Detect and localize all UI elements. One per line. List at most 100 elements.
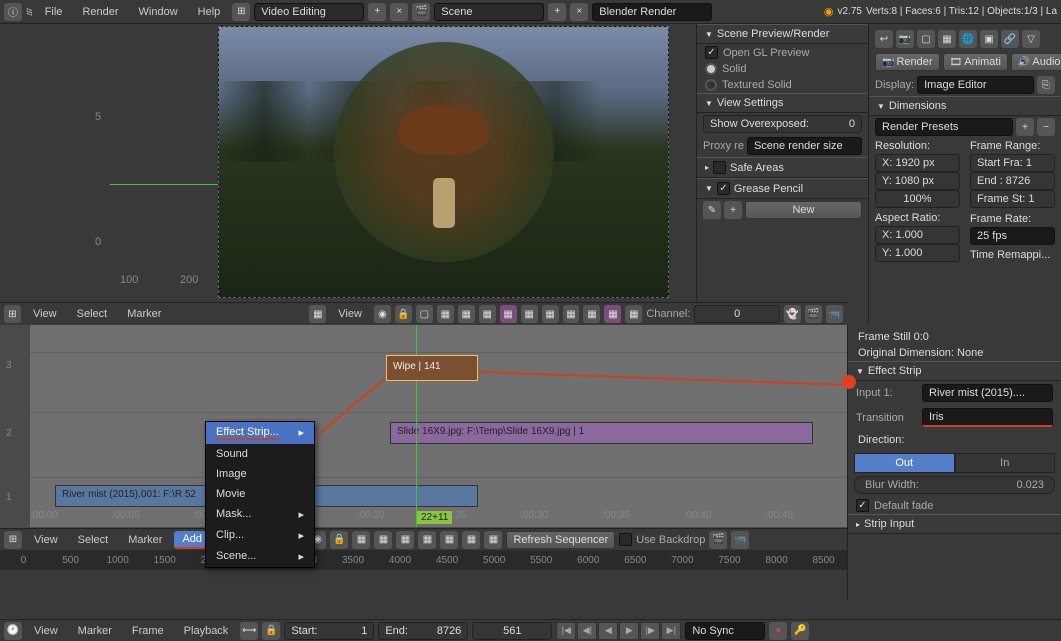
panel-dimensions[interactable]: ▼Dimensions: [869, 96, 1061, 116]
solid-radio[interactable]: [705, 63, 717, 75]
sq-6-icon[interactable]: ▦: [462, 531, 480, 549]
aspect-x-field[interactable]: X: 1.000: [875, 226, 960, 244]
p6-icon[interactable]: ▦: [521, 305, 538, 323]
start-frame-field[interactable]: Start Fra: 1: [970, 154, 1055, 172]
blur-width-field[interactable]: Blur Width:0.023: [854, 476, 1055, 494]
del-scene-icon[interactable]: ×: [570, 3, 588, 21]
menu-render[interactable]: Render: [74, 4, 126, 20]
tl-playback-menu[interactable]: Playback: [176, 623, 237, 639]
p11-icon[interactable]: ▦: [625, 305, 642, 323]
sequencer-scrollbar[interactable]: 05001000 150020002500 300035004000 45005…: [0, 550, 847, 570]
autokey-icon[interactable]: ●: [769, 622, 787, 640]
new-button[interactable]: New: [745, 201, 862, 219]
end-frame-field[interactable]: End : 8726: [970, 172, 1055, 190]
p8-icon[interactable]: ▦: [563, 305, 580, 323]
start-frame-input[interactable]: Start:1: [284, 622, 374, 640]
res-pct-field[interactable]: 100%: [875, 190, 960, 208]
camera-icon[interactable]: 📷: [896, 30, 914, 48]
del-preset-icon[interactable]: −: [1037, 118, 1055, 136]
back-icon[interactable]: ↩: [875, 30, 893, 48]
panel-effect-strip[interactable]: ▼Effect Strip: [848, 361, 1061, 381]
p4-icon[interactable]: ▦: [479, 305, 496, 323]
end-frame-input[interactable]: End:8726: [378, 622, 468, 640]
seq-editor-icon[interactable]: ⊞: [4, 531, 22, 549]
audio-tab[interactable]: 🔊Audio: [1011, 53, 1061, 71]
seq-icon[interactable]: ▦: [309, 305, 326, 323]
keyframe-next-icon[interactable]: |▶: [640, 622, 660, 640]
constraints-icon[interactable]: 🔗: [1001, 30, 1019, 48]
preview-view-menu[interactable]: View: [25, 306, 65, 322]
del-layout-icon[interactable]: ×: [390, 3, 408, 21]
sq-7-icon[interactable]: ▦: [484, 531, 502, 549]
keyframe-prev-icon[interactable]: ◀|: [577, 622, 597, 640]
preview-marker-menu[interactable]: Marker: [119, 306, 169, 322]
refresh-button[interactable]: Refresh Sequencer: [506, 531, 615, 549]
p2-icon[interactable]: ▦: [437, 305, 454, 323]
add-layout-icon[interactable]: +: [368, 3, 386, 21]
layout-icon[interactable]: ⊞: [232, 3, 250, 21]
preview-select-menu[interactable]: Select: [69, 306, 116, 322]
panel-strip-input[interactable]: ▸Strip Input: [848, 514, 1061, 534]
add-icon[interactable]: +: [724, 201, 742, 219]
p5-icon[interactable]: ▦: [500, 305, 517, 323]
range-icon[interactable]: ⟷: [240, 622, 258, 640]
data-icon[interactable]: ▽: [1022, 30, 1040, 48]
p10-icon[interactable]: ▦: [604, 305, 621, 323]
direction-in[interactable]: In: [955, 453, 1056, 473]
current-frame-input[interactable]: 561: [472, 622, 552, 640]
ctx-clip[interactable]: Clip...▸: [206, 525, 314, 546]
sync-dropdown[interactable]: No Sync: [685, 622, 765, 640]
res-x-field[interactable]: X: 1920 px: [875, 154, 960, 172]
menu-help[interactable]: Help: [190, 4, 229, 20]
layout-dropdown[interactable]: Video Editing: [254, 3, 364, 21]
clap2-icon[interactable]: 🎬: [709, 531, 727, 549]
menu-window[interactable]: Window: [131, 4, 186, 20]
cam2-icon[interactable]: 📹: [731, 531, 749, 549]
sq-5-icon[interactable]: ▦: [440, 531, 458, 549]
tl-view-menu[interactable]: View: [26, 623, 66, 639]
res-y-field[interactable]: Y: 1080 px: [875, 172, 960, 190]
lock-icon[interactable]: 🔒: [395, 305, 412, 323]
layers-icon[interactable]: ▦: [938, 30, 956, 48]
frame-step-field[interactable]: Frame St: 1: [970, 190, 1055, 208]
ctx-sound[interactable]: Sound: [206, 444, 314, 464]
seq-marker-menu[interactable]: Marker: [120, 532, 170, 548]
ghost-icon[interactable]: 👻: [784, 305, 801, 323]
panel-safe-areas[interactable]: ▸Safe Areas: [697, 157, 868, 178]
transition-dropdown[interactable]: Iris: [922, 408, 1053, 427]
render-tab[interactable]: 📷Render: [875, 53, 940, 71]
anim-tab[interactable]: 🎞Animati: [943, 53, 1008, 71]
add-scene-icon[interactable]: +: [548, 3, 566, 21]
seq-select-menu[interactable]: Select: [70, 532, 117, 548]
opengl-checkbox[interactable]: [705, 46, 718, 59]
ctx-mask[interactable]: Mask...▸: [206, 504, 314, 525]
display-mode-icon[interactable]: ◉: [374, 305, 391, 323]
sq-4-icon[interactable]: ▦: [418, 531, 436, 549]
p3-icon[interactable]: ▦: [458, 305, 475, 323]
ctx-effect-strip[interactable]: Effect Strip...▸: [206, 422, 314, 444]
key-icon[interactable]: 🔑: [791, 622, 809, 640]
textured-radio[interactable]: [705, 79, 717, 91]
seq-view-menu[interactable]: View: [26, 532, 66, 548]
overexposed-field[interactable]: Show Overexposed:0: [703, 115, 862, 133]
presets-dropdown[interactable]: Render Presets: [875, 118, 1013, 136]
sq-3-icon[interactable]: ▦: [396, 531, 414, 549]
panel-view-settings[interactable]: ▼View Settings: [697, 93, 868, 113]
panel-grease-pencil[interactable]: ▼Grease Pencil: [697, 178, 868, 199]
ctx-image[interactable]: Image: [206, 464, 314, 484]
p9-icon[interactable]: ▦: [583, 305, 600, 323]
p7-icon[interactable]: ▦: [542, 305, 559, 323]
record-icon[interactable]: 📹: [826, 305, 843, 323]
scene-icon[interactable]: 🎬: [412, 3, 430, 21]
grease-checkbox[interactable]: [717, 182, 730, 195]
menu-file[interactable]: File: [37, 4, 71, 20]
jump-start-icon[interactable]: |◀: [556, 622, 576, 640]
p1-icon[interactable]: ▢: [416, 305, 433, 323]
play-reverse-icon[interactable]: ◀: [598, 622, 618, 640]
sequencer-canvas[interactable]: 22+11 Wipe | 141 Slide 16X9.jpg: F:\Temp…: [30, 325, 847, 527]
editor-icon[interactable]: ⊞: [4, 305, 21, 323]
proxy-dropdown[interactable]: Scene render size: [747, 137, 862, 155]
clock-icon[interactable]: 🕐: [4, 622, 22, 640]
panel-scene-preview[interactable]: ▼Scene Preview/Render: [697, 24, 868, 44]
input1-dropdown[interactable]: River mist (2015)....: [922, 384, 1053, 402]
